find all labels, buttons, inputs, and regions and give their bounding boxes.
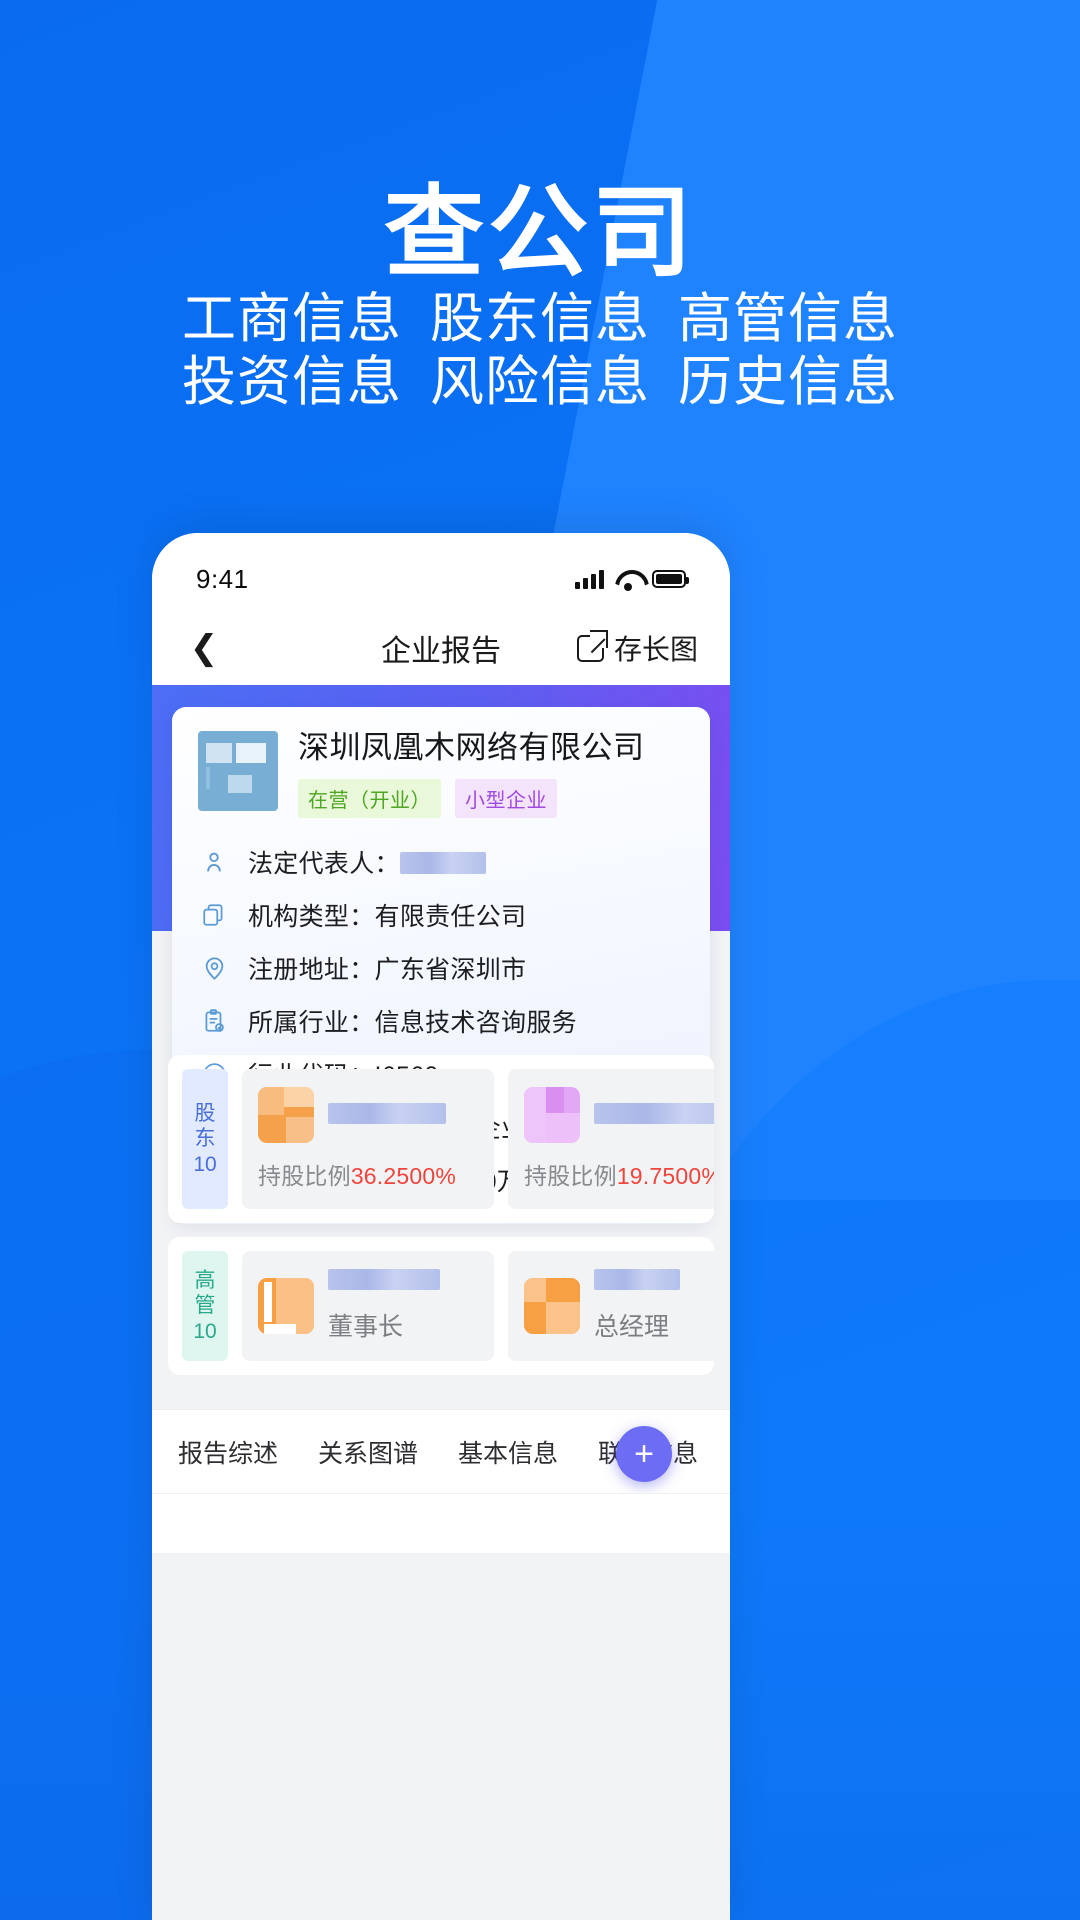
company-logo-placeholder [198, 731, 278, 811]
executive-2-role: 总经理 [594, 1313, 670, 1341]
shareholder-1-name [328, 1103, 478, 1127]
executive-2-avatar [524, 1278, 580, 1334]
shareholder-chip-1[interactable]: 持股比例36.2500% [242, 1069, 494, 1209]
promo-background: 查公司 工商信息 股东信息 高管信息 投资信息 风险信息 历史信息 9:41 ❮ 企业报… [0, 0, 1080, 1920]
phone-mockup: 9:41 ❮ 企业报告 存长图 深圳凤凰木网络有限公司 在营（开业） 小型企业 … [152, 533, 730, 1920]
org-type-label: 机构类型： [248, 903, 375, 932]
save-long-image-button[interactable]: 存长图 [576, 628, 698, 668]
feature-1-1: 工商信息 [182, 289, 402, 349]
feature-1-3: 高管信息 [678, 289, 898, 349]
feature-2-3: 历史信息 [678, 352, 898, 413]
shareholders-count: 10 [193, 1152, 217, 1176]
executive-1-name [328, 1269, 440, 1293]
shareholder-1-header [258, 1087, 478, 1143]
shareholders-panel: 股 东 10 持股比例36.2500% 持股比例19.7500% [168, 1055, 714, 1223]
promo-text-block: 查公司 工商信息 股东信息 高管信息 投资信息 风险信息 历史信息 [0, 0, 1080, 414]
industry-value: 信息技术咨询服务 [374, 1009, 577, 1038]
executives-count: 10 [193, 1319, 217, 1343]
info-row-org-type-text: 机构类型：有限责任公司 [248, 897, 526, 933]
shareholder-2-stake-prefix: 持股比例 [524, 1163, 617, 1189]
status-badge-operating: 在营（开业） [298, 779, 441, 819]
info-row-org-type: 机构类型：有限责任公司 [198, 897, 684, 933]
content-below-tabs [152, 1493, 730, 1553]
feature-2-1: 投资信息 [182, 352, 402, 413]
feature-1-2: 股东信息 [430, 289, 650, 349]
clipboard-icon [198, 1005, 230, 1037]
executives-label-char-1: 高 [194, 1268, 216, 1292]
executive-2-name [594, 1269, 680, 1293]
tab-report-overview[interactable]: 报告综述 [178, 1434, 278, 1470]
company-tags: 在营（开业） 小型企业 [298, 779, 645, 819]
legal-rep-value-redacted [399, 852, 486, 875]
company-name: 深圳凤凰木网络有限公司 [298, 730, 645, 765]
promo-feature-line-1: 工商信息 股东信息 高管信息 [0, 288, 1080, 351]
plus-icon[interactable]: + [616, 1426, 672, 1482]
executive-2-info: 总经理 [594, 1269, 680, 1343]
industry-label: 所属行业： [248, 1009, 375, 1038]
person-icon [198, 846, 230, 878]
save-long-image-label: 存长图 [613, 634, 698, 665]
shareholder-1-avatar [258, 1087, 314, 1143]
promo-feature-line-2: 投资信息 风险信息 历史信息 [0, 351, 1080, 414]
shareholder-1-stake: 持股比例36.2500% [258, 1157, 478, 1191]
promo-headline: 查公司 [384, 177, 696, 289]
executive-chip-2[interactable]: 总经理 [508, 1251, 714, 1361]
app-content: 深圳凤凰木网络有限公司 在营（开业） 小型企业 法定代表人： 机构类型：有限责任… [152, 685, 730, 1920]
info-row-industry-text: 所属行业：信息技术咨询服务 [248, 1003, 577, 1039]
back-button[interactable]: ❮ [184, 628, 224, 668]
feature-2-2: 风险信息 [430, 352, 650, 413]
tab-relationship-graph[interactable]: 关系图谱 [318, 1434, 418, 1470]
info-row-legal-rep: 法定代表人： [198, 844, 684, 880]
shareholder-2-name [594, 1103, 714, 1127]
executive-1-body: 董事长 [258, 1269, 478, 1343]
external-link-icon [576, 629, 608, 662]
tab-basic-info[interactable]: 基本信息 [458, 1434, 558, 1470]
shareholders-label-char-2: 东 [194, 1127, 216, 1151]
location-icon [198, 952, 230, 984]
executive-2-body: 总经理 [524, 1269, 714, 1343]
executive-1-role: 董事长 [328, 1313, 404, 1341]
shareholder-1-stake-prefix: 持股比例 [258, 1163, 351, 1189]
status-time: 9:41 [196, 563, 249, 594]
executive-1-info: 董事长 [328, 1269, 440, 1343]
status-bar: 9:41 [152, 533, 730, 611]
legal-rep-label: 法定代表人： [248, 850, 400, 879]
copy-icon [198, 899, 230, 931]
shareholders-section-label: 股 东 10 [182, 1069, 228, 1209]
info-row-address-text: 注册地址：广东省深圳市 [248, 950, 526, 986]
executive-1-avatar [258, 1278, 314, 1334]
company-header: 深圳凤凰木网络有限公司 在营（开业） 小型企业 [198, 730, 684, 819]
shareholder-1-stake-percent: 36.2500% [350, 1163, 457, 1189]
wifi-icon [615, 570, 641, 591]
shareholder-2-header [524, 1087, 714, 1143]
org-type-value: 有限责任公司 [374, 903, 527, 932]
address-label: 注册地址： [248, 956, 375, 985]
signal-bars-icon [575, 569, 604, 589]
battery-icon [652, 570, 689, 588]
shareholder-2-stake-percent: 19.7500% [616, 1163, 714, 1189]
info-row-industry: 所属行业：信息技术咨询服务 [198, 1003, 684, 1039]
info-row-address: 注册地址：广东省深圳市 [198, 950, 684, 986]
executives-label-char-2: 管 [194, 1294, 216, 1318]
section-tab-bar: 报告综述 关系图谱 基本信息 联系信息 人员 + [152, 1409, 730, 1493]
address-value: 广东省深圳市 [374, 956, 527, 985]
executives-panel: 高 管 10 董事长 总经理 [168, 1237, 714, 1375]
executives-section-label: 高 管 10 [182, 1251, 228, 1361]
executive-chip-1[interactable]: 董事长 [242, 1251, 494, 1361]
nav-bar: ❮ 企业报告 存长图 [152, 611, 730, 685]
shareholders-label-char-1: 股 [194, 1101, 216, 1125]
shareholder-chip-2[interactable]: 持股比例19.7500% [508, 1069, 714, 1209]
info-row-legal-rep-text: 法定代表人： [248, 844, 486, 880]
shareholder-2-avatar [524, 1087, 580, 1143]
status-badge-size: 小型企业 [455, 779, 557, 819]
status-icons [575, 569, 689, 591]
shareholder-2-stake: 持股比例19.7500% [524, 1157, 714, 1191]
hero-gradient-band: 深圳凤凰木网络有限公司 在营（开业） 小型企业 法定代表人： 机构类型：有限责任… [152, 685, 730, 1225]
